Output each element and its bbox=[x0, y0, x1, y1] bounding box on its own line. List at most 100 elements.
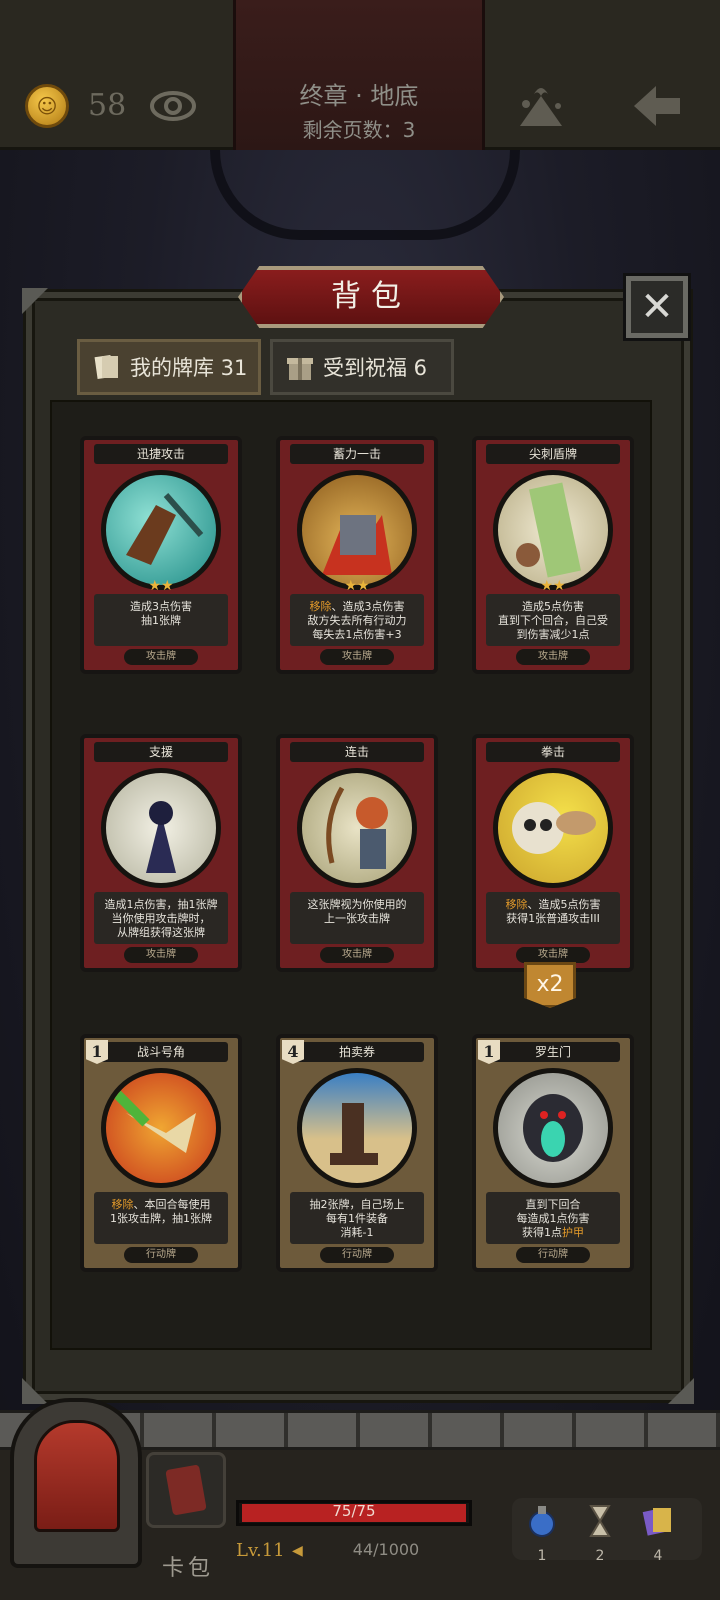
card-art bbox=[493, 470, 613, 590]
panel-title: 背包 bbox=[331, 279, 411, 314]
inventory-cards[interactable]: 4 bbox=[638, 1504, 678, 1566]
back-arrow-icon[interactable] bbox=[630, 82, 684, 130]
card-name: 罗生门 bbox=[486, 1042, 620, 1062]
card-rashomon[interactable]: 罗生门 1 直到下回合 每造成1点伤害 获得1点护甲 行动牌 bbox=[472, 1034, 634, 1272]
card-type: 行动牌 bbox=[320, 1247, 394, 1263]
card-description: 移除、本回合每使用 1张攻击牌，抽1张牌 bbox=[94, 1192, 228, 1244]
card-description: 这张牌视为你使用的 上一张攻击牌 bbox=[290, 892, 424, 944]
close-button[interactable]: ✕ bbox=[626, 276, 688, 338]
card-name: 拳击 bbox=[486, 742, 620, 762]
card-name: 迅捷攻击 bbox=[94, 444, 228, 464]
card-support[interactable]: 支援 造成1点伤害，抽1张牌 当你使用攻击牌时， 从牌组获得这张牌 攻击牌 bbox=[80, 734, 242, 972]
demon-gate-icon bbox=[523, 1094, 583, 1162]
card-cost: 1 bbox=[86, 1040, 108, 1064]
card-charged-strike[interactable]: 蓄力一击 ★★ 移除、造成3点伤害 敌方失去所有行动力 每失去1点伤害+3 攻击… bbox=[276, 436, 438, 674]
tab-blessings[interactable]: 受到祝福 6 bbox=[270, 339, 454, 395]
card-auction-ticket[interactable]: 拍卖券 4 抽2张牌，自己场上 每有1件装备 消耗-1 行动牌 bbox=[276, 1034, 438, 1272]
card-name: 拍卖券 bbox=[290, 1042, 424, 1062]
close-icon: ✕ bbox=[640, 284, 674, 330]
skull-icon bbox=[512, 802, 596, 854]
card-name: 支援 bbox=[94, 742, 228, 762]
gold-count: 58 bbox=[88, 88, 127, 123]
card-description: 抽2张牌，自己场上 每有1件装备 消耗-1 bbox=[290, 1192, 424, 1244]
inventory-count: 1 bbox=[537, 1548, 547, 1564]
card-description: 移除、造成3点伤害 敌方失去所有行动力 每失去1点伤害+3 bbox=[290, 594, 424, 646]
card-punch[interactable]: 拳击 移除、造成5点伤害 获得1张普通攻击III 攻击牌 bbox=[472, 734, 634, 972]
glove-icon bbox=[126, 493, 204, 565]
hammer-icon bbox=[322, 515, 392, 575]
inventory-count: 2 bbox=[595, 1548, 605, 1564]
card-stars: ★★ bbox=[148, 578, 174, 594]
card-art bbox=[101, 768, 221, 888]
card-art bbox=[297, 1068, 417, 1188]
gift-icon bbox=[287, 358, 313, 380]
card-stars bbox=[332, 876, 382, 892]
card-type: 攻击牌 bbox=[516, 947, 590, 963]
card-art bbox=[297, 470, 417, 590]
cards-icon bbox=[642, 1508, 671, 1536]
tab-label: 我的牌库 31 bbox=[130, 356, 248, 380]
tab-label: 受到祝福 6 bbox=[323, 356, 428, 380]
card-name: 战斗号角 bbox=[94, 1042, 228, 1062]
card-art bbox=[493, 1068, 613, 1188]
game-screen: ☺ 58 终章 · 地底 剩余页数：3 背包 ✕ 我的牌库 31 受到祝福 6 bbox=[0, 0, 720, 1600]
player-level: Lv.11 bbox=[236, 1540, 285, 1561]
card-swift-attack[interactable]: 迅捷攻击 ★★ 造成3点伤害 抽1张牌 攻击牌 bbox=[80, 436, 242, 674]
card-name: 蓄力一击 bbox=[290, 444, 424, 464]
card-name: 连击 bbox=[290, 742, 424, 762]
shield-icon bbox=[516, 482, 581, 578]
eye-icon[interactable] bbox=[150, 88, 196, 124]
horn-icon bbox=[112, 1089, 196, 1153]
card-type: 攻击牌 bbox=[124, 649, 198, 665]
card-type: 攻击牌 bbox=[124, 947, 198, 963]
card-type: 行动牌 bbox=[516, 1247, 590, 1263]
coin-icon: ☺ bbox=[25, 84, 69, 128]
card-spiked-shield[interactable]: 尖刺盾牌 ★★ 造成5点伤害 直到下个回合，自己受 到伤害减少1点 攻击牌 bbox=[472, 436, 634, 674]
tab-my-deck[interactable]: 我的牌库 31 bbox=[77, 339, 261, 395]
inventory-potion[interactable]: 1 bbox=[522, 1504, 562, 1566]
card-description: 造成3点伤害 抽1张牌 bbox=[94, 594, 228, 646]
archer-icon bbox=[326, 786, 388, 869]
card-stars bbox=[528, 876, 578, 892]
inventory-hourglass[interactable]: 2 bbox=[580, 1504, 620, 1566]
keyword-remove: 移除 bbox=[505, 898, 528, 911]
keyword-remove: 移除 bbox=[111, 1198, 134, 1211]
card-art bbox=[297, 768, 417, 888]
card-cost: 1 bbox=[478, 1040, 500, 1064]
keyword-armor: 护甲 bbox=[562, 1226, 584, 1239]
gavel-icon bbox=[330, 1103, 378, 1165]
hooded-figure-icon bbox=[146, 801, 176, 873]
background-foliage bbox=[210, 150, 520, 240]
card-stars: ★★ bbox=[540, 578, 566, 594]
inventory-count: 4 bbox=[653, 1548, 663, 1564]
card-stack-icon bbox=[94, 354, 118, 380]
card-stars: ★★ bbox=[344, 578, 370, 594]
hourglass-icon bbox=[589, 1505, 611, 1537]
card-type: 攻击牌 bbox=[516, 649, 590, 665]
card-cost: 4 bbox=[282, 1040, 304, 1064]
card-pack-icon bbox=[165, 1465, 207, 1515]
card-pack-label: 卡包 bbox=[161, 1556, 214, 1581]
card-art bbox=[101, 1068, 221, 1188]
card-art bbox=[493, 768, 613, 888]
card-battle-horn[interactable]: 战斗号角 1 移除、本回合每使用 1张攻击牌，抽1张牌 行动牌 bbox=[80, 1034, 242, 1272]
card-stars bbox=[136, 876, 186, 892]
card-description: 移除、造成5点伤害 获得1张普通攻击III bbox=[486, 892, 620, 944]
card-type: 行动牌 bbox=[124, 1247, 198, 1263]
card-pack-button[interactable] bbox=[146, 1452, 226, 1528]
campfire-icon[interactable] bbox=[514, 82, 568, 130]
card-description: 造成1点伤害，抽1张牌 当你使用攻击牌时， 从牌组获得这张牌 bbox=[94, 892, 228, 944]
card-description: 直到下回合 每造成1点伤害 获得1点护甲 bbox=[486, 1192, 620, 1244]
hero-portrait bbox=[34, 1420, 120, 1532]
hp-text: 75/75 bbox=[332, 1502, 376, 1520]
card-art bbox=[101, 470, 221, 590]
chapter-title: 终章 · 地底 bbox=[299, 82, 419, 110]
card-type: 攻击牌 bbox=[320, 947, 394, 963]
potion-icon bbox=[529, 1506, 555, 1537]
card-name: 尖刺盾牌 bbox=[486, 444, 620, 464]
keyword-remove: 移除 bbox=[309, 600, 332, 613]
card-combo[interactable]: 连击 这张牌视为你使用的 上一张攻击牌 攻击牌 bbox=[276, 734, 438, 972]
card-type: 攻击牌 bbox=[320, 649, 394, 665]
xp-text: 44/1000 bbox=[352, 1540, 420, 1559]
card-description: 造成5点伤害 直到下个回合，自己受 到伤害减少1点 bbox=[486, 594, 620, 646]
